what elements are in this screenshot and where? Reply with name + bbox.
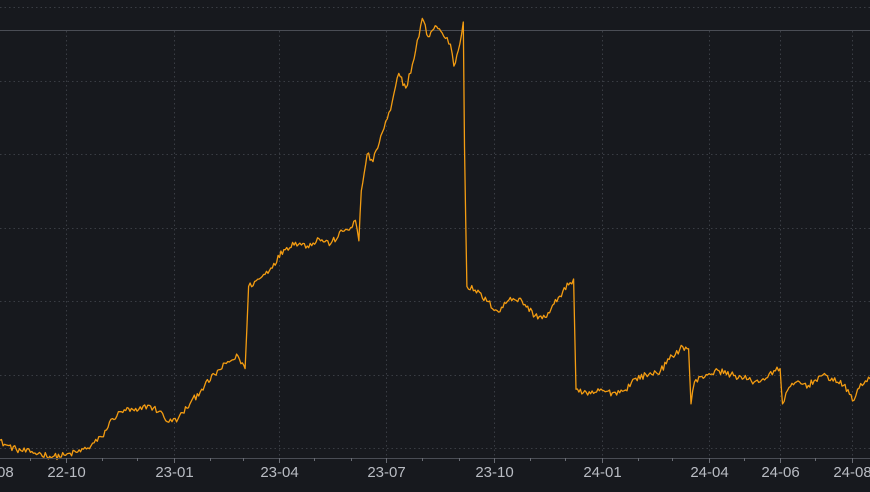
series-line: [0, 17, 870, 461]
x-tick-label: 22-08: [0, 464, 14, 481]
x-tick-label: 22-10: [47, 464, 85, 481]
x-tick-label: 24-08: [833, 464, 870, 481]
x-tick-label: 23-10: [475, 464, 513, 481]
x-tick-label: 24-06: [761, 464, 799, 481]
x-tick-label: 23-07: [367, 464, 405, 481]
chart: 22-08 22-10 23-01 23-04 23-07 23-10 24-0…: [0, 0, 870, 492]
x-tick-labels: 22-08 22-10 23-01 23-04 23-07 23-10 24-0…: [0, 464, 870, 481]
x-tick-label: 23-01: [155, 464, 193, 481]
grid: [0, 7, 870, 458]
line-chart: 22-08 22-10 23-01 23-04 23-07 23-10 24-0…: [0, 7, 870, 481]
series-group: [0, 17, 870, 461]
x-tick-label: 23-04: [260, 464, 298, 481]
x-tick-label: 24-01: [583, 464, 621, 481]
x-tick-label: 24-04: [690, 464, 728, 481]
